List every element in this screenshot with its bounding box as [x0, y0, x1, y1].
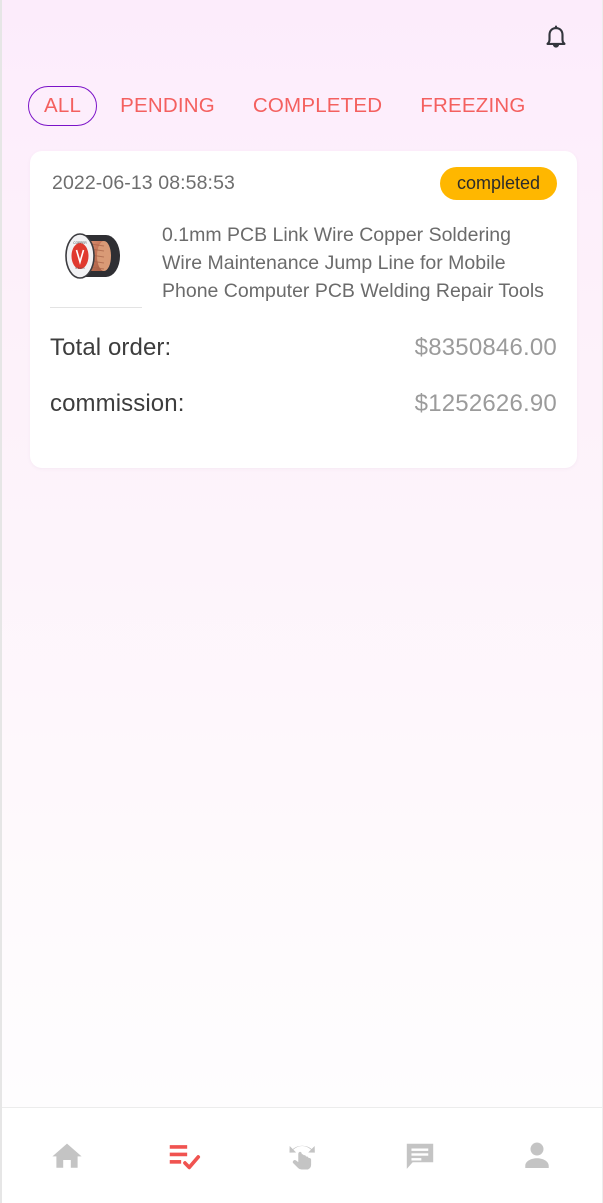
tab-pending-label: PENDING	[120, 94, 215, 117]
bell-icon	[541, 23, 571, 55]
total-order-label: Total order:	[50, 334, 171, 362]
commission-value: $1252626.90	[415, 390, 557, 418]
tab-completed-label: COMPLETED	[253, 94, 382, 117]
header-bar	[2, 0, 602, 78]
order-product-row: COPPER 0.1mm	[50, 215, 557, 308]
tab-all-label: ALL	[44, 94, 81, 117]
order-list[interactable]: 2022-06-13 08:58:53 completed	[2, 134, 602, 1107]
chat-icon	[402, 1138, 438, 1174]
svg-text:COPPER: COPPER	[73, 241, 87, 245]
person-icon	[518, 1137, 556, 1175]
svg-text:0.1mm: 0.1mm	[75, 266, 85, 270]
order-card-header: 2022-06-13 08:58:53 completed	[50, 151, 557, 215]
product-thumbnail-wrap: COPPER 0.1mm	[50, 219, 146, 308]
product-title: 0.1mm PCB Link Wire Copper Soldering Wir…	[162, 219, 557, 308]
product-thumbnail: COPPER 0.1mm	[50, 223, 146, 303]
order-list-screen: ALL PENDING COMPLETED FREEZING 2022-06-1…	[0, 0, 603, 1203]
nav-gesture[interactable]	[259, 1121, 345, 1191]
home-icon	[48, 1137, 86, 1175]
tab-pending[interactable]: PENDING	[105, 86, 230, 127]
status-badge: completed	[440, 167, 557, 200]
gesture-icon	[283, 1137, 321, 1175]
tab-all[interactable]: ALL	[28, 86, 97, 127]
status-filter-tabs: ALL PENDING COMPLETED FREEZING	[2, 78, 602, 134]
bottom-navigation-bar	[2, 1107, 602, 1203]
order-totals: Total order: $8350846.00 commission: $12…	[50, 308, 557, 468]
total-order-value: $8350846.00	[415, 334, 557, 362]
total-order-row: Total order: $8350846.00	[50, 334, 557, 390]
nav-chat[interactable]	[377, 1121, 463, 1191]
notification-bell-button[interactable]	[534, 17, 578, 61]
order-date: 2022-06-13 08:58:53	[50, 172, 235, 195]
thumbnail-divider	[50, 307, 142, 308]
commission-label: commission:	[50, 390, 184, 418]
orders-icon	[165, 1137, 203, 1175]
nav-orders[interactable]	[141, 1121, 227, 1191]
commission-row: commission: $1252626.90	[50, 390, 557, 446]
tab-freezing-label: FREEZING	[420, 94, 525, 117]
tab-freezing[interactable]: FREEZING	[405, 86, 540, 127]
copper-wire-spool-icon: COPPER 0.1mm	[50, 223, 146, 303]
order-card[interactable]: 2022-06-13 08:58:53 completed	[30, 151, 577, 468]
nav-profile[interactable]	[494, 1121, 580, 1191]
nav-home[interactable]	[24, 1121, 110, 1191]
tab-completed[interactable]: COMPLETED	[238, 86, 397, 127]
